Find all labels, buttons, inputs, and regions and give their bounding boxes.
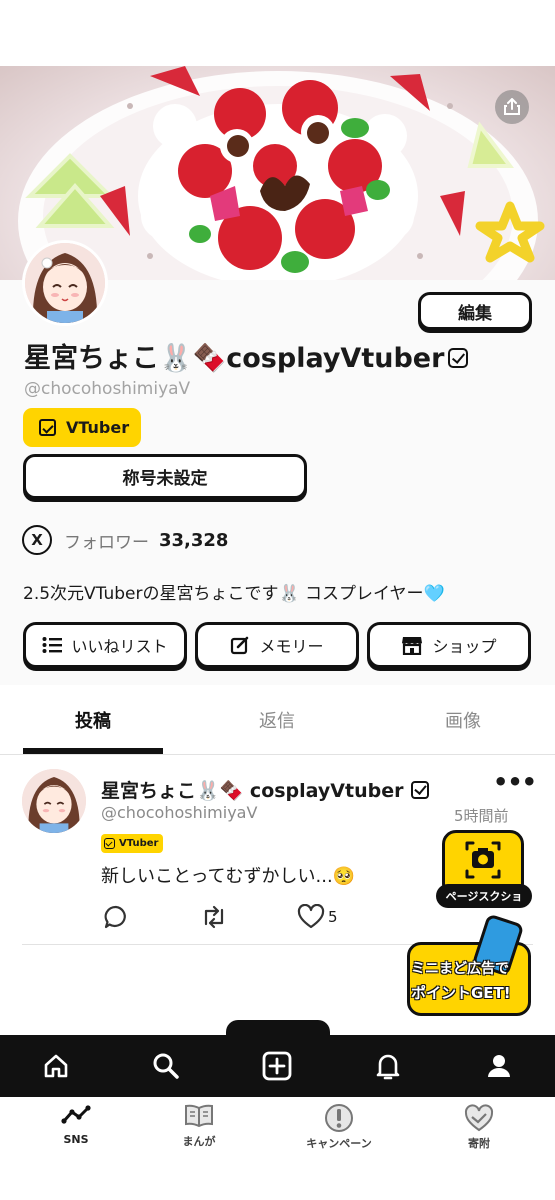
edit-profile-button[interactable]: 編集 [418,292,532,330]
exclamation-icon [325,1104,353,1132]
app-navigation: SNS まんが キャンペーン 寄附 [0,1097,555,1200]
heart-icon [297,904,325,929]
list-icon [42,637,63,653]
sns-icon [61,1105,91,1124]
post-actions: 5 [101,902,401,932]
tab-replies[interactable]: 返信 [207,685,347,754]
like-count: 5 [328,908,338,926]
page-screenshot-button[interactable]: ページスクショ [436,830,532,910]
nav-donation-label: 寄附 [468,1137,490,1150]
post-vtuber-badge: VTuber [101,834,164,853]
profile-tabs: 投稿 返信 画像 [0,685,555,755]
post-author[interactable]: 星宮ちょこ🐰🍫 cosplayVtuber [101,776,430,803]
status-bar [0,0,555,66]
avatar[interactable] [22,240,108,326]
nav-sns[interactable]: SNS [21,1103,131,1163]
post-avatar-image [22,769,86,833]
nav-sns-label: SNS [63,1133,89,1146]
comment-icon [104,905,126,929]
display-name: 星宮ちょこ🐰🍫cosplayVtuber [24,336,469,375]
vtuber-badge[interactable]: VTuber [23,408,141,447]
x-logo-icon[interactable]: X [22,525,52,555]
follower-count: 33,328 [159,529,229,551]
post-avatar[interactable] [22,769,86,833]
screenshot-label: ページスクショ [436,884,532,908]
post-handle: @chocohoshimiyaV [101,803,258,822]
notifications-button[interactable] [358,1035,418,1097]
like-list-button[interactable]: いいねリスト [23,622,187,668]
nav-manga-label: まんが [182,1135,216,1148]
bottom-action-bar [0,1035,555,1097]
post-author-text: 星宮ちょこ🐰🍫 cosplayVtuber [101,780,404,802]
profile-bio: 2.5次元VTuberの星宮ちょこです🐰 コスプレイヤー🩵 [23,584,445,604]
profile-icon [488,1055,510,1077]
more-options-button[interactable]: ••• [493,768,537,796]
nav-manga[interactable]: まんが [144,1103,254,1163]
repost-icon [204,905,224,929]
post-text: 新しいことってむずかしい...🥺 [101,866,356,887]
vtuber-icon [104,838,115,849]
vtuber-icon [39,419,56,436]
post-badge-label: VTuber [119,838,159,849]
active-tab-indicator [23,748,163,754]
tab-images[interactable]: 画像 [393,685,533,754]
memory-button[interactable]: メモリー [195,622,359,668]
vtuber-badge-label: VTuber [66,418,130,437]
shop-icon [402,637,423,655]
repost-button[interactable] [200,902,228,932]
heart-hands-icon [464,1104,494,1132]
home-icon [44,1054,68,1078]
ad-text-line1: ミニまど広告で [411,961,509,977]
nav-donation[interactable]: 寄附 [424,1103,534,1163]
ad-text-line2: ポイントGET! [411,984,511,1002]
mini-ad-button[interactable]: ミニまど広告で ポイントGET! [407,913,535,1018]
new-post-button[interactable] [247,1035,307,1097]
follower-label: フォロワー [64,532,149,553]
home-button[interactable] [26,1035,86,1097]
memory-label: メモリー [259,637,324,656]
search-button[interactable] [136,1035,196,1097]
share-icon [504,98,520,115]
verified-icon [448,347,469,368]
edit-icon [231,636,249,655]
verified-icon [411,780,430,799]
nav-campaign-label: キャンペーン [306,1137,372,1150]
bell-icon [376,1054,400,1080]
camera-icon [465,841,501,879]
shop-label: ショップ [432,637,497,656]
nav-campaign[interactable]: キャンペーン [284,1103,394,1163]
like-list-label: いいねリスト [71,637,168,656]
share-button[interactable] [495,90,529,124]
profile-handle: @chocohoshimiyaV [24,379,191,399]
reply-button[interactable] [103,902,129,932]
follower-row[interactable]: X フォロワー 33,328 [22,524,228,556]
display-name-text: 星宮ちょこ🐰🍫cosplayVtuber [24,343,445,374]
tab-posts[interactable]: 投稿 [23,685,163,754]
shop-button[interactable]: ショップ [367,622,531,668]
plus-icon [262,1051,292,1081]
book-icon [185,1104,213,1127]
search-icon [153,1053,179,1079]
profile-button[interactable] [469,1035,529,1097]
avatar-image [25,243,105,323]
title-setting-button[interactable]: 称号未設定 [23,454,307,499]
like-button[interactable]: 5 [297,902,338,932]
post-timestamp: 5時間前 [454,807,509,825]
